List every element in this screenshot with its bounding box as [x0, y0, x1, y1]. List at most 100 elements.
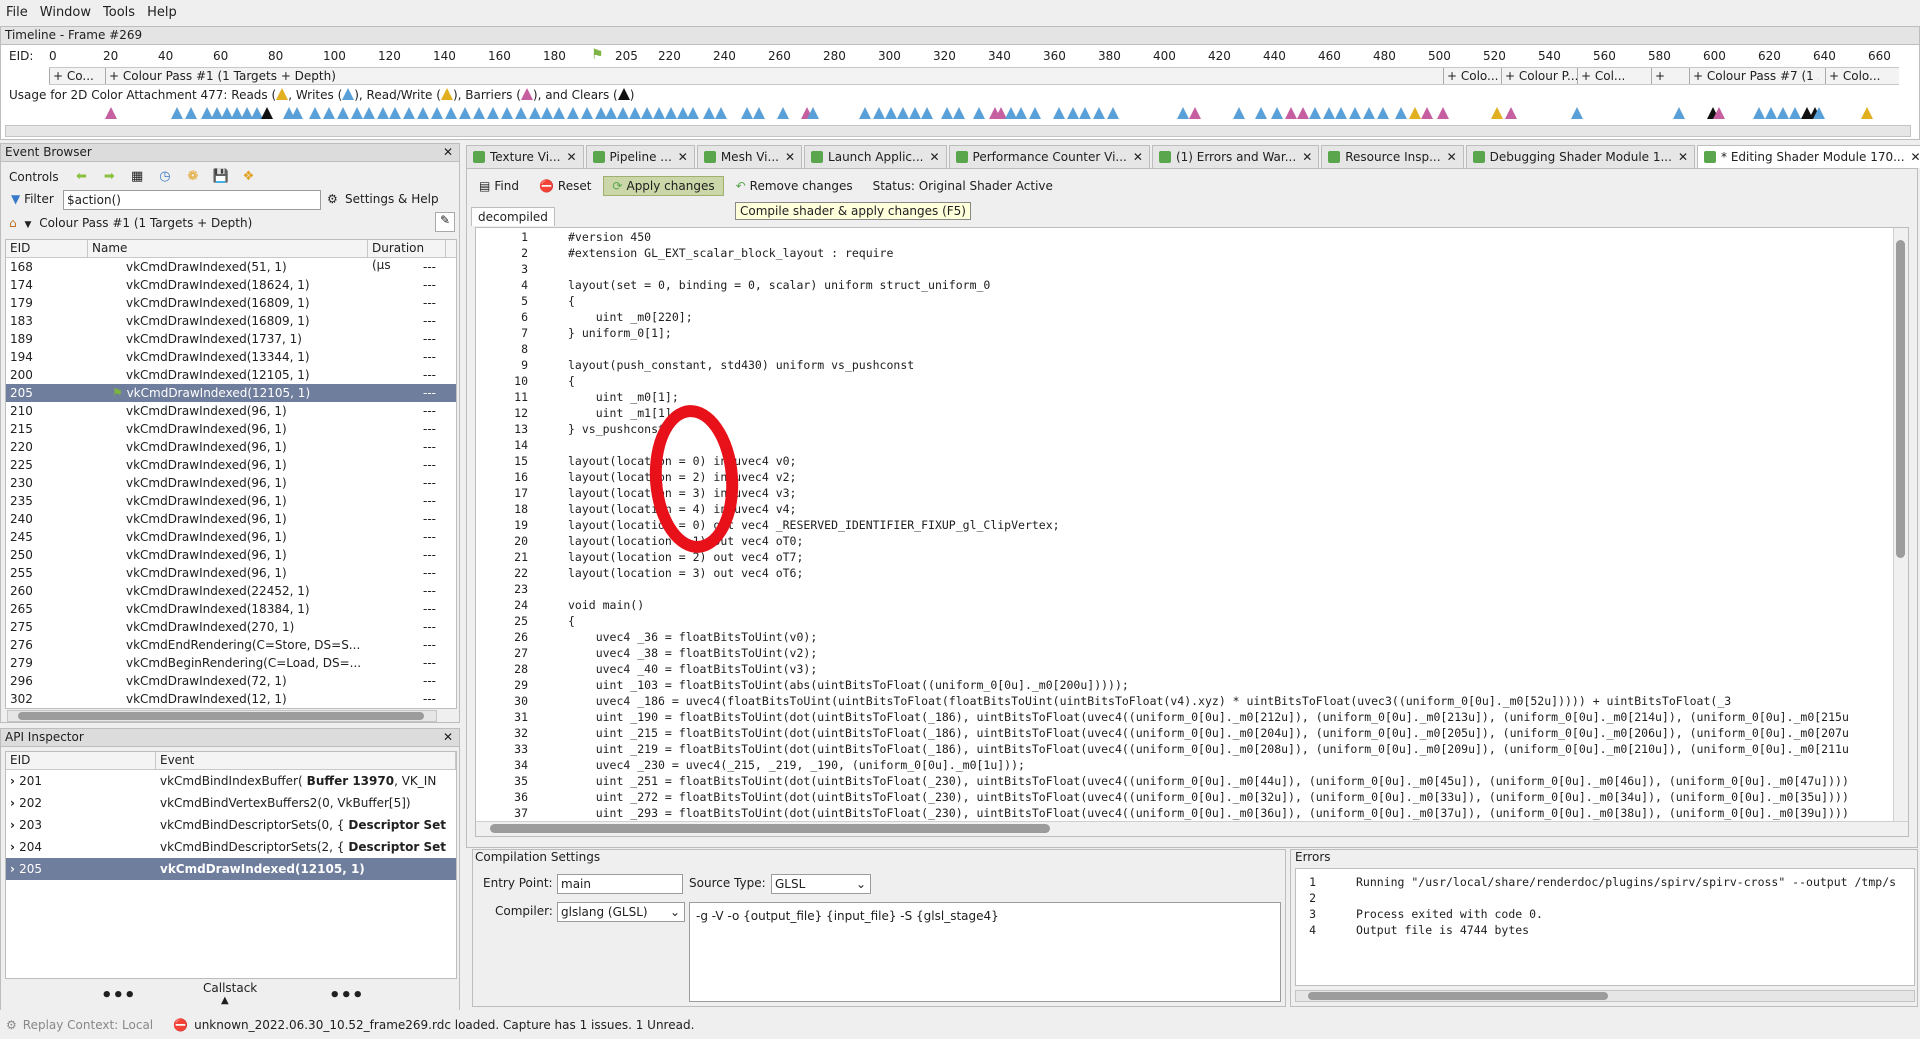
pencil-icon[interactable]: ✎: [435, 212, 455, 232]
code-line[interactable]: {: [568, 374, 575, 388]
usage-marker[interactable]: [567, 107, 579, 119]
usage-marker[interactable]: [807, 107, 819, 119]
tab-item[interactable]: Resource Insp... ✕: [1321, 145, 1464, 168]
code-line[interactable]: #version 450: [568, 230, 651, 244]
table-row[interactable]: 260 vkCmdDrawIndexed(22452, 1) ---: [6, 582, 456, 600]
close-icon[interactable]: ✕: [1911, 146, 1920, 168]
code-line[interactable]: uint _m0[1];: [568, 390, 679, 404]
usage-marker[interactable]: [715, 107, 727, 119]
puzzle-icon[interactable]: ❖: [239, 168, 257, 186]
usage-marker[interactable]: [445, 107, 457, 119]
table-row[interactable]: 240 vkCmdDrawIndexed(96, 1) ---: [6, 510, 456, 528]
table-row[interactable]: › 205 vkCmdDrawIndexed(12105, 1): [6, 858, 456, 880]
code-line[interactable]: uint _m1[1];: [568, 406, 679, 420]
compiler-args-textarea[interactable]: -g -V -o {output_file} {input_file} -S {…: [689, 902, 1281, 1002]
usage-marker[interactable]: [1377, 107, 1389, 119]
code-line[interactable]: uint _272 = floatBitsToUint(dot(uintBits…: [568, 790, 1849, 804]
table-row[interactable]: 245 vkCmdDrawIndexed(96, 1) ---: [6, 528, 456, 546]
tab-item[interactable]: Pipeline ... ✕: [585, 145, 695, 168]
usage-marker[interactable]: [553, 107, 565, 119]
code-line[interactable]: {: [568, 614, 575, 628]
more-icon[interactable]: •••: [329, 985, 364, 1006]
pass-marker[interactable]: + Col...: [1577, 68, 1633, 84]
table-row[interactable]: 296 vkCmdDrawIndexed(72, 1) ---: [6, 672, 456, 690]
usage-marker[interactable]: [653, 107, 665, 119]
code-line[interactable]: } uniform_0[1];: [568, 326, 672, 340]
remove-changes-button[interactable]: ↶ Remove changes: [728, 177, 861, 195]
code-line[interactable]: uint _215 = floatBitsToUint(dot(uintBits…: [568, 726, 1849, 740]
usage-marker[interactable]: [291, 107, 303, 119]
close-icon[interactable]: ✕: [1133, 146, 1143, 168]
code-line[interactable]: uvec4 _186 = uvec4(floatBitsToUint(uintB…: [568, 694, 1731, 708]
code-line[interactable]: layout(location = 2) out vec4 oT7;: [568, 550, 803, 564]
usage-marker[interactable]: [1015, 107, 1027, 119]
code-vscrollbar[interactable]: [1893, 228, 1908, 824]
usage-marker[interactable]: [1177, 107, 1189, 119]
table-row[interactable]: 265 vkCmdDrawIndexed(18384, 1) ---: [6, 600, 456, 618]
table-row[interactable]: 205 ⚑ vkCmdDrawIndexed(12105, 1) ---: [6, 384, 456, 402]
tab-item[interactable]: (1) Errors and War... ✕: [1151, 145, 1320, 168]
table-row[interactable]: 168 vkCmdDrawIndexed(51, 1) ---: [6, 258, 456, 276]
compiler-select[interactable]: glslang (GLSL) ⌄: [557, 902, 685, 922]
clock-icon[interactable]: ◷: [156, 168, 174, 186]
usage-marker[interactable]: [541, 107, 553, 119]
column-header-event[interactable]: Event: [156, 752, 456, 769]
reset-button[interactable]: ⛔ Reset: [531, 177, 599, 195]
code-line[interactable]: layout(push_constant, std430) uniform vs…: [568, 358, 914, 372]
close-icon[interactable]: ✕: [1447, 146, 1457, 168]
usage-marker[interactable]: [1765, 107, 1777, 119]
table-row[interactable]: › 202 vkCmdBindVertexBuffers2(0, VkBuffer…: [6, 792, 456, 814]
usage-marker[interactable]: [1079, 107, 1091, 119]
source-type-select[interactable]: GLSL ⌄: [771, 874, 871, 894]
chevron-down-icon[interactable]: ▼: [24, 220, 31, 230]
usage-marker[interactable]: [1067, 107, 1079, 119]
table-row[interactable]: 235 vkCmdDrawIndexed(96, 1) ---: [6, 492, 456, 510]
usage-marker[interactable]: [1309, 107, 1321, 119]
table-row[interactable]: 189 vkCmdDrawIndexed(1737, 1) ---: [6, 330, 456, 348]
table-row[interactable]: 179 vkCmdDrawIndexed(16809, 1) ---: [6, 294, 456, 312]
usage-marker[interactable]: [703, 107, 715, 119]
usage-marker[interactable]: [1189, 107, 1201, 119]
menu-file[interactable]: File: [0, 5, 34, 20]
apply-changes-button[interactable]: ⟳ Apply changes: [603, 176, 724, 196]
close-icon[interactable]: ✕: [1678, 146, 1688, 168]
close-icon[interactable]: ✕: [443, 729, 453, 746]
pass-marker[interactable]: +: [1651, 68, 1673, 84]
usage-marker[interactable]: [1673, 107, 1685, 119]
code-line[interactable]: uvec4 _38 = floatBitsToUint(v2);: [568, 646, 818, 660]
usage-marker[interactable]: [323, 107, 335, 119]
column-header-duration[interactable]: Duration (µs: [368, 240, 446, 272]
table-row[interactable]: › 204 vkCmdBindDescriptorSets(2, {Descrip…: [6, 836, 456, 858]
usage-marker[interactable]: [337, 107, 349, 119]
usage-marker[interactable]: [1107, 107, 1119, 119]
usage-marker[interactable]: [941, 107, 953, 119]
pass-marker[interactable]: + Colour Pass #1 (1 Targets + Depth): [105, 68, 1489, 84]
tab-decompiled[interactable]: decompiled: [471, 207, 555, 226]
code-line[interactable]: void main(): [568, 598, 644, 612]
code-line[interactable]: layout(location = 3) out vec4 oT6;: [568, 566, 803, 580]
usage-marker[interactable]: [515, 107, 527, 119]
usage-marker[interactable]: [1093, 107, 1105, 119]
table-row[interactable]: 225 vkCmdDrawIndexed(96, 1) ---: [6, 456, 456, 474]
usage-marker[interactable]: [605, 107, 617, 119]
usage-marker[interactable]: [1255, 107, 1267, 119]
timeline-pass-row[interactable]: + Co... + Colour Pass #1 (1 Targets + De…: [49, 67, 1899, 85]
usage-marker[interactable]: [1437, 107, 1449, 119]
code-line[interactable]: {: [568, 294, 575, 308]
usage-marker[interactable]: [1297, 107, 1309, 119]
usage-marker[interactable]: [909, 107, 921, 119]
tab-item[interactable]: Mesh Vi... ✕: [696, 145, 803, 168]
status-message[interactable]: unknown_2022.06.30_10.52_frame269.rdc lo…: [194, 1018, 694, 1032]
code-line[interactable]: uint _m0[220];: [568, 310, 693, 324]
timeline-scrollbar[interactable]: [5, 125, 1911, 137]
usage-marker[interactable]: [1053, 107, 1065, 119]
code-line[interactable]: uint _190 = floatBitsToUint(dot(uintBits…: [568, 710, 1849, 724]
entry-point-input[interactable]: main: [557, 874, 683, 894]
menu-tools[interactable]: Tools: [97, 5, 141, 20]
usage-marker[interactable]: [753, 107, 765, 119]
column-header-name[interactable]: Name: [88, 240, 368, 257]
pass-marker[interactable]: + Colour Pass #7 (1 ...: [1689, 68, 1819, 84]
pass-marker[interactable]: + Colo...: [1443, 68, 1503, 84]
errors-hscrollbar[interactable]: [1295, 990, 1915, 1002]
table-row[interactable]: 250 vkCmdDrawIndexed(96, 1) ---: [6, 546, 456, 564]
